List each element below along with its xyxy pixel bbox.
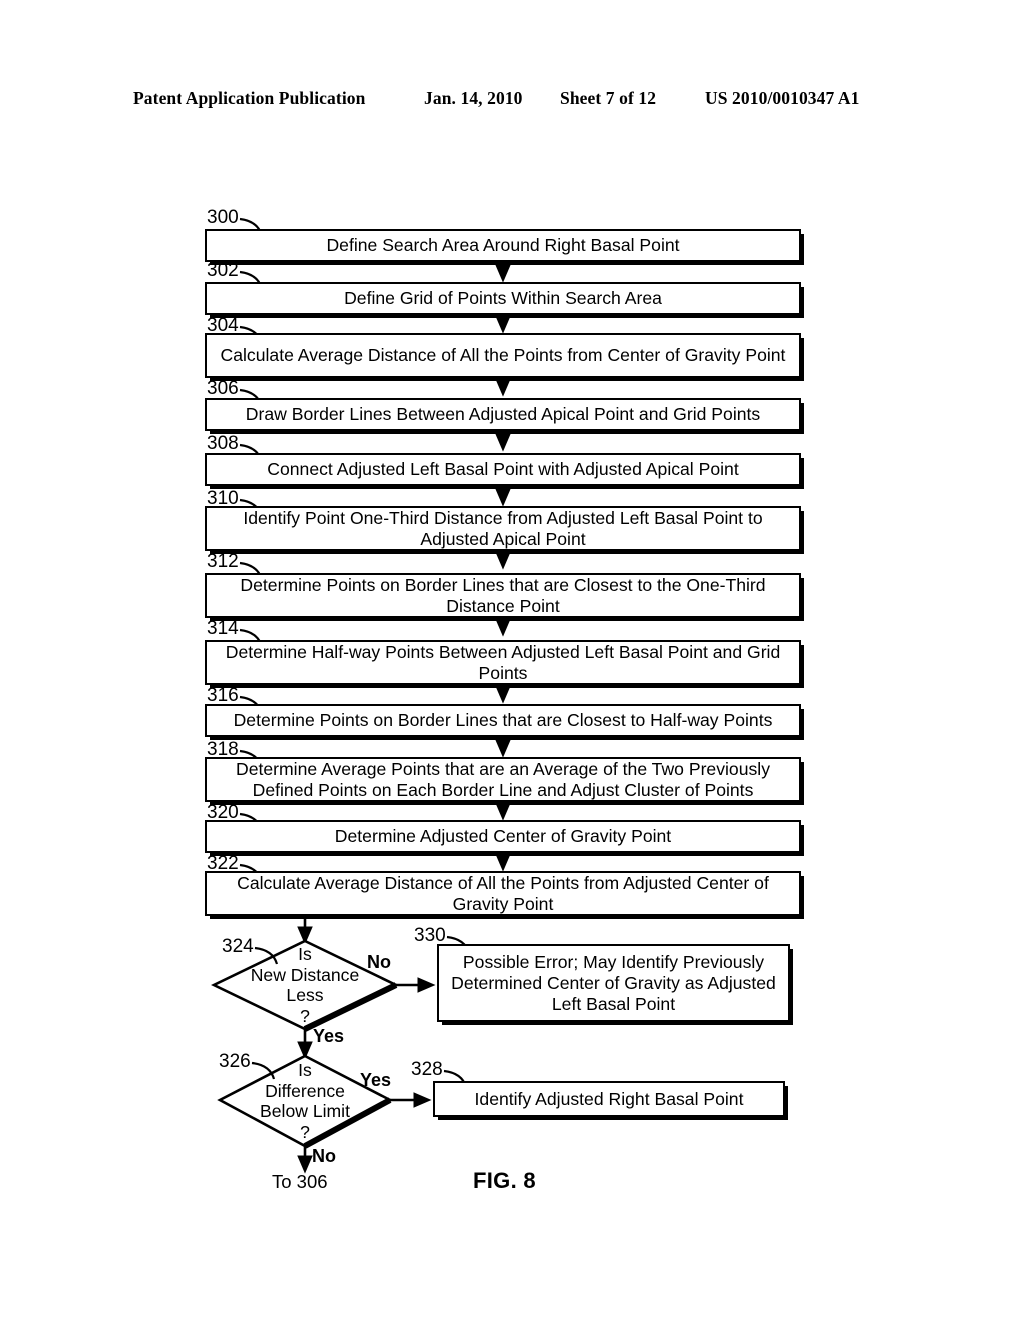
flowchart-figure-8: 300 302 304 306 308 310 312 314 316 318 … (0, 0, 1024, 1320)
edge-label-326-yes: Yes (360, 1070, 392, 1090)
reference-numeral-302: 302 (207, 260, 239, 281)
process-box-320-label: Determine Adjusted Center of Gravity Poi… (334, 826, 672, 846)
process-box-304[interactable]: Calculate Average Distance of All the Po… (205, 333, 801, 378)
process-box-322-label: Calculate Average Distance of All the Po… (237, 872, 769, 914)
connector-note-to-306: To 306 (272, 1171, 328, 1192)
process-box-308[interactable]: Connect Adjusted Left Basal Point with A… (205, 453, 801, 486)
process-box-306-label: Draw Border Lines Between Adjusted Apica… (245, 404, 761, 424)
process-box-300-label: Define Search Area Around Right Basal Po… (326, 235, 680, 255)
process-box-322[interactable]: Calculate Average Distance of All the Po… (205, 871, 801, 916)
reference-numeral-306: 306 (207, 378, 239, 399)
decision-324-line4: ? (300, 1005, 310, 1026)
decision-324-line3: Less (286, 985, 324, 1005)
process-box-316[interactable]: Determine Points on Border Lines that ar… (205, 704, 801, 737)
process-box-302-label: Define Grid of Points Within Search Area (344, 288, 662, 308)
edge-label-326-no: No (312, 1146, 336, 1166)
decision-324-line2: New Distance (250, 964, 360, 985)
reference-numeral-316: 316 (207, 685, 239, 706)
edge-label-324-yes: Yes (313, 1026, 345, 1046)
process-box-314-label: Determine Half-way Points Between Adjust… (225, 641, 781, 683)
process-box-306[interactable]: Draw Border Lines Between Adjusted Apica… (205, 398, 801, 431)
process-box-312-label: Determine Points on Border Lines that ar… (240, 574, 766, 616)
reference-numeral-308: 308 (207, 433, 239, 454)
process-box-318-label: Determine Average Points that are an Ave… (236, 758, 770, 800)
decision-326-line1: Is (298, 1060, 312, 1080)
decision-326-line3: Below Limit (260, 1101, 350, 1121)
process-box-318[interactable]: Determine Average Points that are an Ave… (205, 757, 801, 802)
process-box-300[interactable]: Define Search Area Around Right Basal Po… (205, 229, 801, 262)
reference-numeral-300: 300 (207, 207, 239, 228)
reference-numeral-328: 328 (411, 1059, 443, 1080)
process-box-328[interactable]: Identify Adjusted Right Basal Point (433, 1081, 785, 1117)
process-box-316-label: Determine Points on Border Lines that ar… (233, 710, 773, 730)
process-box-302[interactable]: Define Grid of Points Within Search Area (205, 282, 801, 315)
reference-numeral-312: 312 (207, 551, 239, 572)
process-box-330-label: Possible Error; May Identify Previously … (451, 951, 776, 1014)
process-box-320[interactable]: Determine Adjusted Center of Gravity Poi… (205, 820, 801, 853)
decision-324-line1: Is (298, 944, 312, 964)
reference-numeral-314: 314 (207, 618, 239, 639)
process-box-328-label: Identify Adjusted Right Basal Point (474, 1088, 744, 1109)
decision-326-line2: Difference (265, 1080, 345, 1101)
process-box-304-label: Calculate Average Distance of All the Po… (220, 345, 786, 365)
reference-numeral-330: 330 (414, 925, 446, 946)
process-box-312[interactable]: Determine Points on Border Lines that ar… (205, 573, 801, 618)
edge-label-324-no: No (367, 952, 391, 972)
process-box-330[interactable]: Possible Error; May Identify Previously … (437, 944, 790, 1022)
decision-326-line4: ? (300, 1121, 310, 1142)
process-box-314[interactable]: Determine Half-way Points Between Adjust… (205, 640, 801, 685)
figure-caption: FIG. 8 (473, 1168, 536, 1193)
process-box-308-label: Connect Adjusted Left Basal Point with A… (267, 459, 739, 479)
process-box-310-label: Identify Point One-Third Distance from A… (243, 507, 763, 549)
process-box-310[interactable]: Identify Point One-Third Distance from A… (205, 506, 801, 551)
